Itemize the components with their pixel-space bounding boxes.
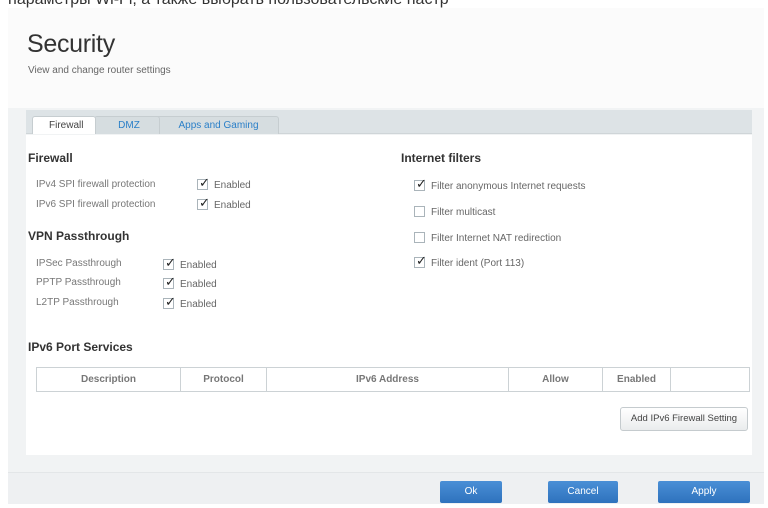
add-ipv6-firewall-setting-button[interactable]: Add IPv6 Firewall Setting xyxy=(620,407,748,431)
ipv6-port-services-title: IPv6 Port Services xyxy=(28,340,133,354)
dialog-footer xyxy=(8,472,764,504)
l2tp-checkbox[interactable]: ✓ xyxy=(163,294,176,309)
filter-ident-checkbox[interactable]: ✓ xyxy=(414,253,427,268)
column-enabled: Enabled xyxy=(603,368,671,391)
tab-firewall[interactable]: Firewall xyxy=(32,116,97,134)
vpn-section-title: VPN Passthrough xyxy=(28,229,130,243)
l2tp-label: L2TP Passthrough xyxy=(36,297,119,308)
ipv6-spi-option: Enabled xyxy=(214,200,251,211)
ipv4-spi-label: IPv4 SPI firewall protection xyxy=(36,179,156,190)
checkmark-icon: ✓ xyxy=(165,255,176,270)
security-dialog: ⊠ Security View and change router settin… xyxy=(8,8,764,504)
filter-multicast-checkbox[interactable] xyxy=(414,206,425,217)
tab-dmz[interactable]: DMZ xyxy=(94,116,160,134)
page-subtitle: View and change router settings xyxy=(28,65,171,76)
ipv6-spi-label: IPv6 SPI firewall protection xyxy=(36,199,156,210)
pptp-checkbox[interactable]: ✓ xyxy=(163,274,176,289)
ipv6-port-services-table: Description Protocol IPv6 Address Allow … xyxy=(36,367,750,392)
checkmark-icon: ✓ xyxy=(199,175,210,190)
checkmark-icon: ✓ xyxy=(165,274,176,289)
filter-nat-redirection-label: Filter Internet NAT redirection xyxy=(431,233,562,244)
ipv4-spi-checkbox[interactable]: ✓ xyxy=(197,175,210,190)
pptp-label: PPTP Passthrough xyxy=(36,277,121,288)
filter-nat-redirection-checkbox[interactable] xyxy=(414,232,425,243)
tab-apps-and-gaming[interactable]: Apps and Gaming xyxy=(154,116,279,134)
filter-ident-label: Filter ident (Port 113) xyxy=(431,258,525,269)
filter-anonymous-label: Filter anonymous Internet requests xyxy=(431,181,586,192)
column-description: Description xyxy=(37,368,181,391)
checkmark-icon: ✓ xyxy=(165,294,176,309)
ipsec-option: Enabled xyxy=(180,260,217,271)
ipsec-label: IPSec Passthrough xyxy=(36,258,122,269)
tab-bar: Apps and Gaming DMZ Firewall xyxy=(26,110,752,134)
background-page-strip: нараметры Wi-Fi, а также выбрать пользов… xyxy=(0,0,768,8)
firewall-section-title: Firewall xyxy=(28,151,73,165)
ipsec-checkbox[interactable]: ✓ xyxy=(163,255,176,270)
checkmark-icon: ✓ xyxy=(199,195,210,210)
dialog-header: Security View and change router settings xyxy=(8,8,764,108)
tab-content: Firewall IPv4 SPI firewall protection ✓ … xyxy=(26,135,752,455)
ipv6-spi-checkbox[interactable]: ✓ xyxy=(197,195,210,210)
column-actions xyxy=(671,368,749,391)
column-protocol: Protocol xyxy=(181,368,267,391)
filter-anonymous-checkbox[interactable]: ✓ xyxy=(414,176,427,191)
cancel-button[interactable]: Cancel xyxy=(548,481,618,503)
column-allow: Allow xyxy=(509,368,603,391)
apply-button[interactable]: Apply xyxy=(658,481,750,503)
column-ipv6-address: IPv6 Address xyxy=(267,368,509,391)
page-title: Security xyxy=(27,30,115,58)
l2tp-option: Enabled xyxy=(180,299,217,310)
ok-button[interactable]: Ok xyxy=(440,481,502,503)
pptp-option: Enabled xyxy=(180,279,217,290)
background-page-text: нараметры Wi-Fi, а также выбрать пользов… xyxy=(8,0,449,8)
filter-multicast-label: Filter multicast xyxy=(431,207,496,218)
ipv4-spi-option: Enabled xyxy=(214,180,251,191)
checkmark-icon: ✓ xyxy=(416,176,427,191)
checkmark-icon: ✓ xyxy=(416,253,427,268)
internet-filters-title: Internet filters xyxy=(401,151,482,165)
